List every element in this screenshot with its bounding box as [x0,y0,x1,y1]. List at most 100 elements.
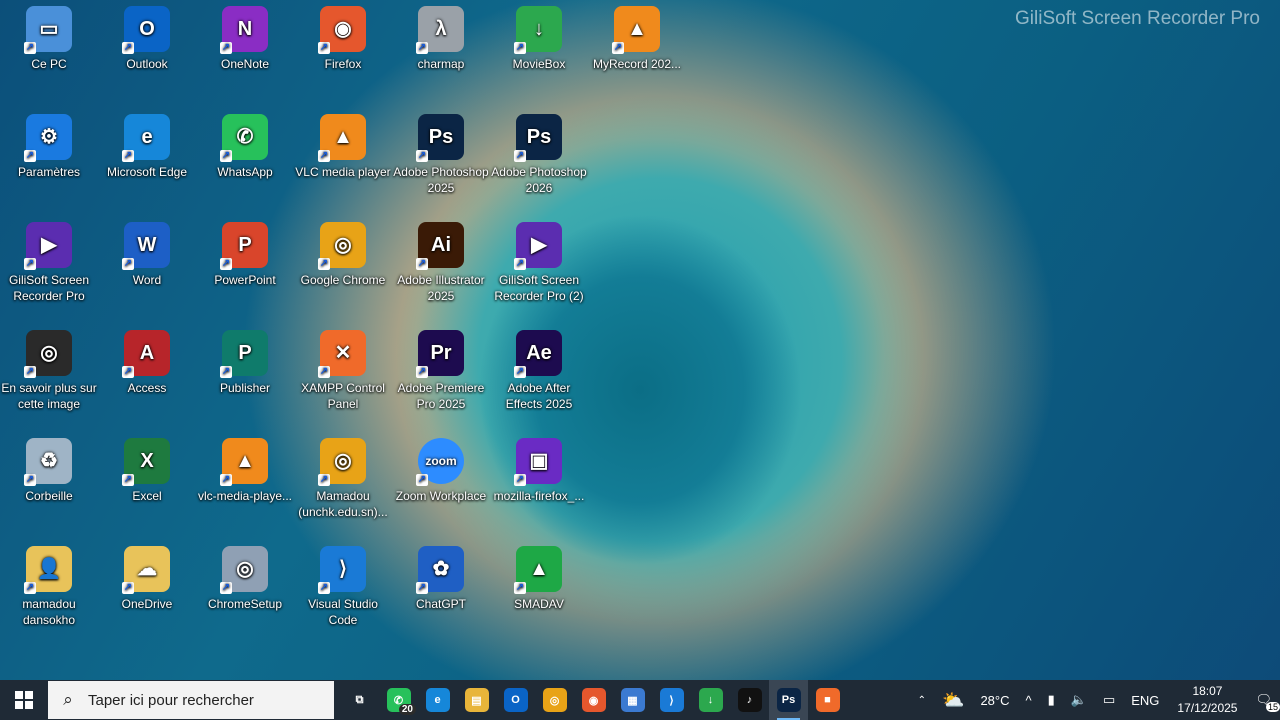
desktop-icon-access[interactable]: A ↗ Access [99,326,195,396]
desktop-icon-photoshop[interactable]: Ps ↗ Adobe Photoshop 2026 [491,110,587,196]
shortcut-arrow-icon: ↗ [318,582,330,594]
desktop-icon-recycle-bin[interactable]: ♻ ↗ Corbeille [1,434,97,504]
edge-icon: e [425,688,450,712]
shortcut-arrow-icon: ↗ [318,474,330,486]
taskbar-app-tiktok[interactable]: ♪ [730,680,769,720]
desktop-icon-illustrator[interactable]: Ai ↗ Adobe Illustrator 2025 [393,218,489,304]
taskbar-app-vscode[interactable]: ⟩ [652,680,691,720]
desktop-icon-vlc[interactable]: ▲ ↗ VLC media player [295,110,391,180]
taskbar-app-store[interactable]: ▦ [613,680,652,720]
notification-center-icon[interactable]: 🗨 15 [1247,692,1280,712]
language-indicator[interactable]: ENG [1123,693,1167,708]
start-button[interactable] [0,680,48,720]
desktop-icon-word[interactable]: W ↗ Word [99,218,195,288]
desktop-icon-user-folder[interactable]: 👤 ↗ mamadou dansokho [1,542,97,628]
desktop-icon-smadav[interactable]: ▲ ↗ SMADAV [491,542,587,612]
desktop-icon-vscode[interactable]: ⟩ ↗ Visual Studio Code [295,542,391,628]
powerpoint-icon: P ↗ [220,222,268,270]
shortcut-arrow-icon: ↗ [24,150,36,162]
shortcut-arrow-icon: ↗ [416,150,428,162]
shortcut-arrow-icon: ↗ [24,474,36,486]
desktop-icon-label: Firefox [324,57,362,71]
desktop-icon-label: Ce PC [31,57,67,71]
taskbar-search-box[interactable]: ⌕ Taper ici pour rechercher [48,681,334,719]
shortcut-arrow-icon: ↗ [514,474,526,486]
desktop-icon-onedrive[interactable]: ☁ ↗ OneDrive [99,542,195,612]
recorder-watermark: GiliSoft Screen Recorder Pro [1015,8,1260,29]
access-icon: A ↗ [122,330,170,378]
desktop-icon-xampp[interactable]: ✕ ↗ XAMPP Control Panel [295,326,391,412]
desktop-icon-publisher[interactable]: P ↗ Publisher [197,326,293,396]
desktop-icon-label: ChromeSetup [207,597,283,611]
notification-count: 15 [1265,702,1280,712]
desktop-icon-photoshop[interactable]: Ps ↗ Adobe Photoshop 2025 [393,110,489,196]
shortcut-arrow-icon: ↗ [220,582,232,594]
file-explorer-icon: ▤ [464,688,489,712]
desktop-icon-powerpoint[interactable]: P ↗ PowerPoint [197,218,293,288]
shortcut-arrow-icon: ↗ [220,42,232,54]
desktop-icon-label: Zoom Workplace [395,489,487,503]
gilisoft-icon: ▶ ↗ [514,222,562,270]
desktop-icon-label: Adobe Premiere Pro 2025 [397,381,485,411]
shortcut-arrow-icon: ↗ [416,258,428,270]
weather-icon[interactable]: ⛅ [934,690,972,711]
desktop-icon-aftereffects[interactable]: Ae ↗ Adobe After Effects 2025 [491,326,587,412]
taskbar-app-firefox[interactable]: ◉ [574,680,613,720]
desktop-icon-gilisoft[interactable]: ▶ ↗ GiliSoft Screen Recorder Pro [1,218,97,304]
tray-scroll-arrows[interactable]: ⌃ [910,695,934,706]
desktop-icon-edge[interactable]: e ↗ Microsoft Edge [99,110,195,180]
shortcut-arrow-icon: ↗ [122,258,134,270]
taskbar-app-recorder[interactable]: ■ [808,680,847,720]
xampp-icon: ✕ ↗ [318,330,366,378]
desktop-icon-firefox-package[interactable]: ▣ ↗ mozilla-firefox_... [491,434,587,504]
desktop-icon-vlc[interactable]: ▲ ↗ vlc-media-playe... [197,434,293,504]
taskbar: ⌕ Taper ici pour rechercher ⧉ ✆ 20 e ▤ O ◎ ◉ ▦ ⟩ ↓… [0,680,1280,720]
taskbar-app-outlook[interactable]: O [496,680,535,720]
desktop-icon-chrome-profile[interactable]: ◎ ↗ Mamadou (unchk.edu.sn)... [295,434,391,520]
shortcut-arrow-icon: ↗ [318,150,330,162]
taskbar-app-whatsapp[interactable]: ✆ 20 [379,680,418,720]
taskbar-app-edge[interactable]: e [418,680,457,720]
onedrive-icon: ☁ ↗ [122,546,170,594]
desktop-icon-label: VLC media player [295,165,391,179]
chevron-up-icon[interactable]: ^ [1018,693,1040,708]
clock[interactable]: 18:07 17/12/2025 [1167,683,1247,717]
unread-badge: 20 [398,704,416,715]
whatsapp-icon: ✆ ↗ [220,114,268,162]
premiere-icon: Pr ↗ [416,330,464,378]
desktop-icon-vlc[interactable]: ▲ ↗ MyRecord 202... [589,2,685,72]
taskbar-app-file-explorer[interactable]: ▤ [457,680,496,720]
taskbar-app-moviebox[interactable]: ↓ [691,680,730,720]
desktop-icon-chatgpt[interactable]: ✿ ↗ ChatGPT [393,542,489,612]
desktop-icon-firefox[interactable]: ◉ ↗ Firefox [295,2,391,72]
desktop-icon-gilisoft[interactable]: ▶ ↗ GiliSoft Screen Recorder Pro (2) [491,218,587,304]
desktop-icon-label: PowerPoint [214,273,276,287]
desktop-icon-computer[interactable]: ▭ ↗ Ce PC [1,2,97,72]
taskbar-app-photoshop[interactable]: Ps [769,680,808,720]
taskbar-app-chrome[interactable]: ◎ [535,680,574,720]
desktop-icon-charmap[interactable]: λ ↗ charmap [393,2,489,72]
shortcut-arrow-icon: ↗ [318,42,330,54]
desktop-icon-zoom[interactable]: zoom ↗ Zoom Workplace [393,434,489,504]
desktop-icon-setup-disc[interactable]: ◎ ↗ ChromeSetup [197,542,293,612]
moviebox-icon: ↓ ↗ [514,6,562,54]
desktop-icon-label: Adobe Photoshop 2025 [393,165,489,195]
taskbar-app-task-view[interactable]: ⧉ [340,680,379,720]
shortcut-arrow-icon: ↗ [220,474,232,486]
desktop-icon-camera-info[interactable]: ◎ ↗ En savoir plus sur cette image [1,326,97,412]
desktop-icon-whatsapp[interactable]: ✆ ↗ WhatsApp [197,110,293,180]
battery-icon[interactable]: ▭ [1095,692,1123,708]
microphone-icon[interactable]: ▮ [1040,692,1063,708]
weather-temp[interactable]: 28°C [972,693,1017,708]
desktop-icon-chrome[interactable]: ◎ ↗ Google Chrome [295,218,391,288]
desktop-icon-moviebox[interactable]: ↓ ↗ MovieBox [491,2,587,72]
desktop-icon-label: mamadou dansokho [22,597,76,627]
desktop-icon-excel[interactable]: X ↗ Excel [99,434,195,504]
desktop-icon-settings[interactable]: ⚙ ↗ Paramètres [1,110,97,180]
desktop-icon-onenote[interactable]: N ↗ OneNote [197,2,293,72]
publisher-icon: P ↗ [220,330,268,378]
photoshop-icon: Ps [776,688,801,712]
volume-icon[interactable]: 🔈 [1063,692,1095,708]
desktop-icon-premiere[interactable]: Pr ↗ Adobe Premiere Pro 2025 [393,326,489,412]
desktop-icon-outlook[interactable]: O ↗ Outlook [99,2,195,72]
